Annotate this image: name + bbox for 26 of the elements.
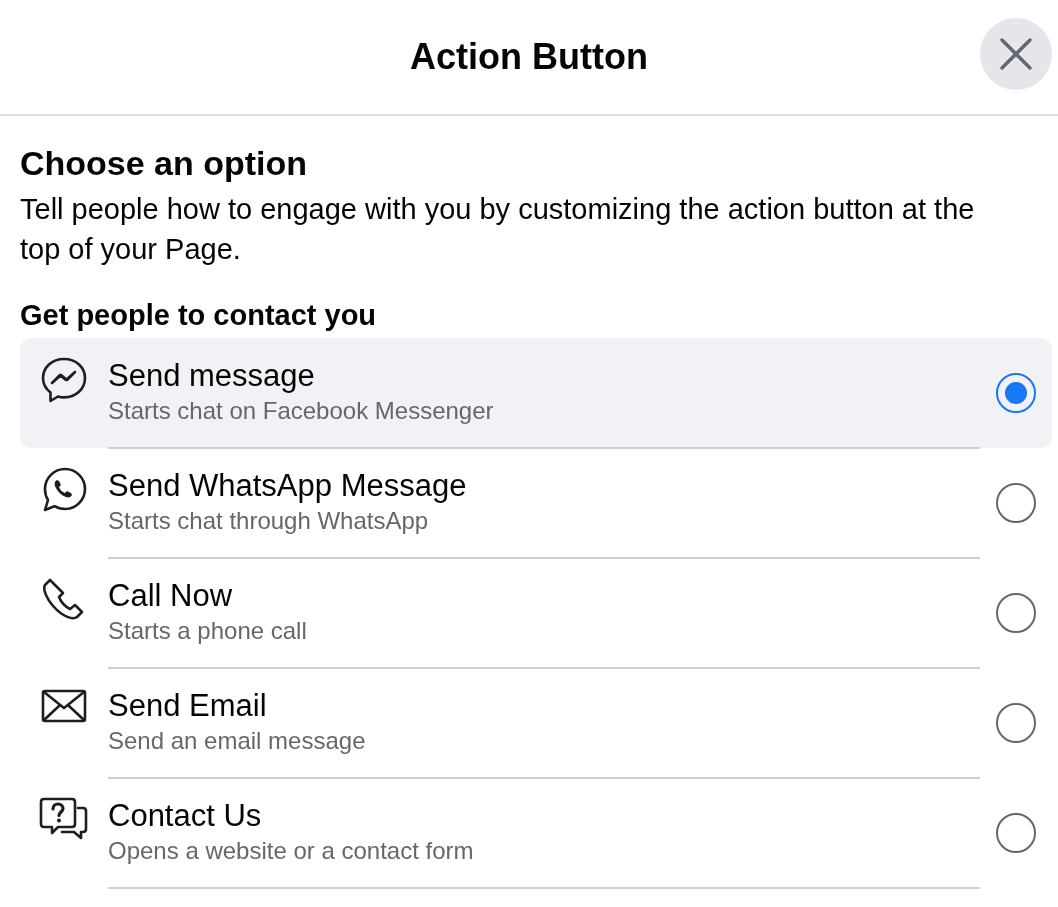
option-row[interactable]: Send message Starts chat on Facebook Messenger xyxy=(20,338,1052,448)
option-subtitle: Opens a website or a contact form xyxy=(108,836,474,866)
radio-button[interactable] xyxy=(996,373,1036,413)
chat-bubble-icon xyxy=(39,356,89,404)
option-title: Call Now xyxy=(108,577,233,615)
radio-button[interactable] xyxy=(996,593,1036,633)
radio-button[interactable] xyxy=(996,813,1036,853)
option-row[interactable]: Send WhatsApp Message Starts chat through WhatsApp xyxy=(20,448,1052,558)
option-title: Contact Us xyxy=(108,797,262,835)
group-heading: Get people to contact you xyxy=(20,299,378,332)
option-row[interactable]: Send Email Send an email message xyxy=(20,668,1052,778)
option-subtitle: Send an email message xyxy=(108,726,366,756)
option-row[interactable]: Contact Us Opens a website or a contact form xyxy=(20,778,1052,888)
dialog-title: Action Button xyxy=(410,36,648,78)
section-heading: Choose an option xyxy=(20,144,309,183)
option-subtitle: Starts chat through WhatsApp xyxy=(108,506,429,536)
radio-button[interactable] xyxy=(996,703,1036,743)
description-text: Tell people how to engage with you by customizing the action button at the top of your Page. xyxy=(20,192,976,267)
option-title: Send Email xyxy=(108,687,267,725)
option-subtitle: Starts a phone call xyxy=(108,616,307,646)
close-icon xyxy=(999,37,1033,71)
radio-button[interactable] xyxy=(996,483,1036,523)
option-row[interactable]: Call Now Starts a phone call xyxy=(20,558,1052,668)
option-title: Send WhatsApp Message xyxy=(108,467,467,505)
option-subtitle: Starts chat on Facebook Messenger xyxy=(108,396,494,426)
option-title: Send message xyxy=(108,357,315,395)
